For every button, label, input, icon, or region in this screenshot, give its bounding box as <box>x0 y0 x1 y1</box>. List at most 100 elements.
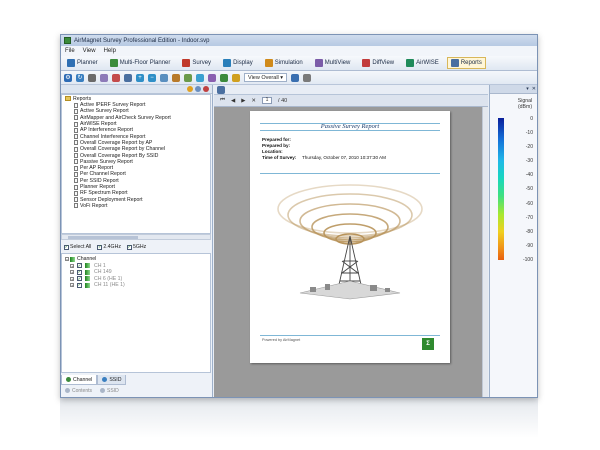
last-page-icon[interactable]: ✕ <box>251 98 256 104</box>
options-icon[interactable] <box>187 86 193 92</box>
left-tabs-secondary: Contents SSID <box>61 386 211 395</box>
channel-item[interactable]: + ✓ CH 11 (HE 1) <box>62 282 210 289</box>
tab-ssid-secondary[interactable]: SSID <box>96 386 123 395</box>
legend-header: ▾ ✕ <box>490 85 537 94</box>
refresh-icon[interactable]: ↻ <box>76 73 84 82</box>
mode-diffview[interactable]: DiffView <box>358 57 398 69</box>
document-icon <box>74 159 78 165</box>
expand-icon[interactable]: + <box>70 270 74 275</box>
mode-simulation[interactable]: Simulation <box>261 57 307 69</box>
checkbox-icon[interactable]: ✓ <box>77 276 82 282</box>
channel-icon <box>70 256 75 262</box>
close-icon[interactable]: ✕ <box>532 86 536 92</box>
checkbox-icon: ✓ <box>97 244 103 250</box>
grid-icon[interactable] <box>160 73 168 82</box>
ap-icon[interactable] <box>220 73 228 82</box>
multiview-icon <box>314 59 323 67</box>
mode-multi-floor-label: Multi-Floor Planner <box>119 60 171 66</box>
document-icon <box>74 146 78 152</box>
select-all-checkbox[interactable]: ✓ Select All <box>64 244 91 250</box>
chart-icon[interactable] <box>291 73 300 82</box>
expand-icon[interactable]: + <box>70 263 74 268</box>
zoom-in-icon[interactable]: + <box>136 73 144 82</box>
flag-icon[interactable] <box>112 73 120 82</box>
checkbox-icon: ✓ <box>126 244 132 250</box>
tab-ssid[interactable]: SSID <box>97 375 127 385</box>
scroll-thumb[interactable] <box>68 236 138 239</box>
legend-tick: -10 <box>525 130 533 137</box>
print-icon[interactable] <box>88 73 96 82</box>
collapse-icon[interactable]: − <box>65 257 69 262</box>
legend-tick: -20 <box>525 144 533 151</box>
view-overall-select[interactable]: View Overall ▾ <box>244 73 288 82</box>
mode-multiview[interactable]: MultiView <box>311 57 355 69</box>
select-all-label: Select All <box>70 244 92 250</box>
export-icon[interactable] <box>303 73 312 82</box>
document-icon <box>74 197 78 203</box>
prev-page-icon[interactable]: ◀ <box>231 98 235 104</box>
mode-planner[interactable]: Planner <box>63 57 102 69</box>
window-reflection <box>60 398 538 438</box>
mode-survey[interactable]: Survey <box>178 57 215 69</box>
tab-channel[interactable]: Channel <box>61 375 98 385</box>
folder-icon <box>65 96 71 101</box>
mode-multiview-label: MultiView <box>324 60 351 66</box>
dropdown-icon[interactable]: ▾ <box>526 86 529 92</box>
report-list-item-label: Active IPERF Survey Report <box>80 102 146 109</box>
band-5-checkbox[interactable]: ✓ 5GHz <box>126 244 146 250</box>
filter-icon[interactable] <box>124 73 132 82</box>
checkbox-icon[interactable]: ✓ <box>77 282 82 288</box>
legend-tick: -30 <box>525 158 533 165</box>
mode-airwise-label: AirWISE <box>416 60 439 66</box>
app-logo-icon <box>64 37 71 44</box>
reports-scrollbar[interactable] <box>61 234 211 240</box>
ssid-tab-icon <box>102 377 108 382</box>
mode-simulation-label: Simulation <box>274 60 303 66</box>
main-content: Reports Active IPERF Survey Report Active… <box>61 85 537 397</box>
band-24-checkbox[interactable]: ✓ 2.4GHz <box>97 244 121 250</box>
menu-file[interactable]: File <box>65 48 75 54</box>
mode-display[interactable]: Display <box>219 57 257 69</box>
report-list-item-label: VoFi Report <box>80 202 108 209</box>
mode-multi-floor-planner[interactable]: Multi-Floor Planner <box>106 57 175 69</box>
menu-view[interactable]: View <box>83 48 96 54</box>
zoom-out-icon[interactable]: − <box>148 73 156 82</box>
settings-icon[interactable]: ⚙ <box>64 73 72 82</box>
mode-survey-label: Survey <box>192 60 212 66</box>
next-page-icon[interactable]: ▶ <box>241 98 245 104</box>
page-number-input[interactable]: 1 <box>262 97 273 104</box>
close-icon[interactable] <box>203 86 209 92</box>
pin-icon[interactable] <box>195 86 201 92</box>
expand-icon[interactable]: + <box>70 276 74 281</box>
wifi-icon[interactable] <box>196 73 204 82</box>
menu-help[interactable]: Help <box>104 48 116 54</box>
walk-icon[interactable] <box>208 73 216 82</box>
gps-icon[interactable] <box>100 73 108 82</box>
signal-icon[interactable] <box>232 73 240 82</box>
time-of-survey-row: Time of Survey: Thursday, October 07, 201… <box>262 155 386 161</box>
document-icon <box>74 153 78 159</box>
simulation-icon <box>264 59 273 67</box>
tab-contents[interactable]: Contents <box>61 386 96 395</box>
legend-tick: -60 <box>525 200 533 207</box>
mode-reports[interactable]: Reports <box>446 57 486 69</box>
reports-root[interactable]: Reports <box>62 95 210 102</box>
checkbox-icon[interactable]: ✓ <box>77 263 82 269</box>
document-canvas[interactable]: Passive Survey Report Prepared for: Prep… <box>214 107 488 397</box>
mode-airwise[interactable]: AirWISE <box>402 57 443 69</box>
legend-tick: -90 <box>525 242 533 249</box>
measure-icon[interactable] <box>184 73 192 82</box>
legend-title: Signal (dBm) <box>515 98 535 110</box>
ruler-icon[interactable] <box>172 73 180 82</box>
viewer-options-icon[interactable] <box>217 85 225 94</box>
document-icon <box>74 115 78 121</box>
report-info: Prepared for: Prepared by: Location: Tim… <box>262 137 386 161</box>
first-page-icon[interactable]: ⏮ <box>220 97 225 104</box>
report-list-item-label: RF Spectrum Report <box>80 190 128 197</box>
legend-tick: -50 <box>525 186 533 193</box>
document-icon <box>74 184 78 190</box>
checkbox-icon[interactable]: ✓ <box>77 269 82 275</box>
report-list-item[interactable]: VoFi Report <box>62 203 210 209</box>
viewer-scrollbar[interactable] <box>482 107 488 397</box>
expand-icon[interactable]: + <box>70 283 74 288</box>
